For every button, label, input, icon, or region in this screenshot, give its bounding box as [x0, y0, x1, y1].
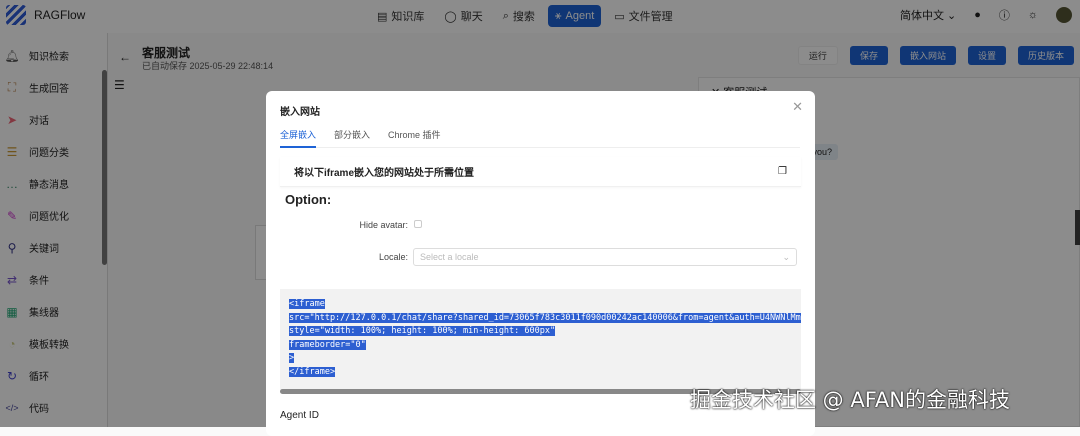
- hide-avatar-label: Hide avatar:: [359, 220, 408, 230]
- chevron-down-icon: ⌄: [782, 252, 790, 262]
- page-scrollbar[interactable]: [1075, 210, 1080, 245]
- agent-id-label: Agent ID: [280, 410, 319, 421]
- code-line: src="http://127.0.0.1/chat/share?shared_…: [289, 312, 801, 323]
- code-line: </iframe>: [289, 366, 336, 377]
- close-icon[interactable]: ✕: [792, 99, 803, 115]
- locale-placeholder: Select a locale: [420, 252, 479, 262]
- watermark: 掘金技术社区 @ AFAN的金融科技: [690, 388, 1010, 412]
- embed-tabs: 全屏嵌入 部分嵌入 Chrome 插件: [280, 125, 800, 148]
- instruction-text: 将以下iframe嵌入您的网站处于所需位置: [294, 168, 475, 179]
- iframe-code-block[interactable]: <iframe src="http://127.0.0.1/chat/share?…: [280, 289, 801, 392]
- dialog-title: 嵌入网站: [280, 107, 320, 118]
- tab-fullscreen-embed[interactable]: 全屏嵌入: [280, 125, 317, 148]
- code-line: frameborder="0": [289, 339, 366, 350]
- copy-icon[interactable]: ❐: [778, 166, 787, 177]
- tab-partial-embed[interactable]: 部分嵌入: [334, 125, 370, 148]
- locale-select[interactable]: Select a locale ⌄: [413, 248, 797, 266]
- code-line: style="width: 100%; height: 100%; min-he…: [289, 326, 556, 336]
- hide-avatar-text: Hide avatar: [359, 220, 406, 230]
- locale-label: Locale:: [378, 252, 408, 262]
- tab-chrome-plugin[interactable]: Chrome 插件: [388, 125, 441, 148]
- hide-avatar-checkbox[interactable]: [414, 220, 422, 228]
- code-line: >: [289, 353, 295, 363]
- code-line: <iframe: [289, 299, 325, 309]
- instruction-card: 将以下iframe嵌入您的网站处于所需位置 ❐: [280, 157, 801, 187]
- option-heading: Option:: [285, 192, 332, 207]
- locale-text: Locale: [378, 252, 406, 262]
